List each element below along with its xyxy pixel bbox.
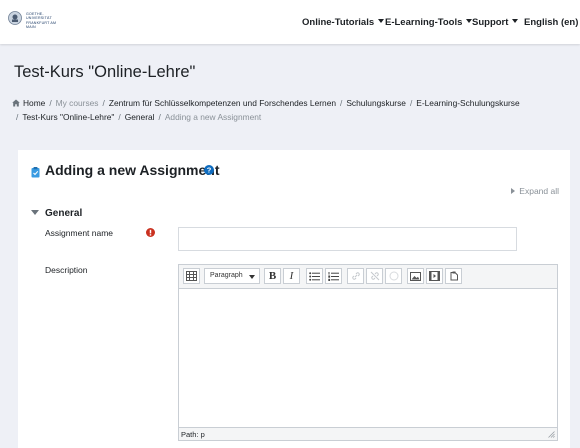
nav-support[interactable]: Support: [472, 17, 519, 28]
assignment-name-input[interactable]: [178, 227, 517, 251]
breadcrumb-home[interactable]: Home: [23, 98, 45, 108]
breadcrumb-zentrum[interactable]: Zentrum für Schlüsselkompetenzen und For…: [109, 98, 336, 108]
description-editor: Paragraph B I Path: p: [178, 264, 558, 441]
breadcrumb-general[interactable]: General: [125, 112, 155, 122]
toolbar-toggle-button[interactable]: [183, 268, 200, 284]
bold-button[interactable]: B: [264, 268, 281, 284]
manage-files-button[interactable]: [445, 268, 462, 284]
help-icon[interactable]: ?: [204, 165, 214, 175]
breadcrumb-separator: /: [102, 98, 105, 108]
section-general-label: General: [45, 208, 83, 219]
image-icon: [410, 272, 421, 281]
chevron-down-icon: [249, 275, 255, 279]
logo-text: GOETHE-UNIVERSITÄT FRANKFURT AM MAIN: [26, 12, 57, 30]
form-title: Adding a new Assignment: [45, 162, 220, 178]
required-icon: [146, 228, 155, 237]
assignment-icon: [31, 167, 40, 178]
insert-media-button[interactable]: [426, 268, 443, 284]
breadcrumb-my-courses[interactable]: My courses: [56, 98, 99, 108]
breadcrumb-separator: /: [158, 112, 161, 122]
language-menu[interactable]: English (en): [524, 17, 580, 28]
chevron-down-icon: [512, 19, 519, 23]
assignment-name-label: Assignment name: [45, 228, 114, 238]
description-label: Description: [45, 265, 88, 275]
files-icon: [450, 271, 458, 281]
breadcrumb-e-learning-schulungskurse[interactable]: E-Learning-Schulungskurse: [416, 98, 519, 108]
italic-button[interactable]: I: [283, 268, 300, 284]
breadcrumb-schulungskurse[interactable]: Schulungskurse: [346, 98, 406, 108]
paragraph-style-select[interactable]: Paragraph: [204, 268, 260, 284]
top-navbar: GOETHE-UNIVERSITÄT FRANKFURT AM MAIN Onl…: [0, 0, 580, 44]
breadcrumb: Home / My courses / Zentrum für Schlüsselkom…: [12, 96, 568, 124]
unordered-list-icon: [309, 272, 320, 281]
link-icon: [351, 272, 360, 280]
seal-icon: [8, 11, 22, 25]
breadcrumb-course[interactable]: Test-Kurs "Online-Lehre": [22, 112, 114, 122]
chevron-down-icon: [378, 19, 385, 23]
svg-text:?: ?: [207, 166, 212, 175]
nav-e-learning-tools[interactable]: E-Learning-Tools: [385, 17, 473, 28]
section-general-toggle[interactable]: General: [31, 208, 82, 219]
expand-all-link[interactable]: Expand all: [511, 186, 559, 196]
editor-path-bar: Path: p: [179, 427, 557, 440]
breadcrumb-separator: /: [409, 98, 413, 108]
ordered-list-button[interactable]: [325, 268, 342, 284]
nav-e-learning-tools-label: E-Learning-Tools: [385, 17, 463, 28]
page-title: Test-Kurs "Online-Lehre": [14, 63, 196, 81]
emoticon-button[interactable]: [385, 268, 402, 284]
editor-path-text: Path: p: [181, 430, 205, 439]
toolbar-toggle-icon: [186, 271, 197, 281]
paragraph-style-value: Paragraph: [210, 272, 243, 279]
unlink-icon: [370, 271, 379, 281]
breadcrumb-separator: /: [49, 98, 52, 108]
nav-online-tutorials-label: Online-Tutorials: [302, 17, 375, 28]
chevron-down-icon: [31, 210, 39, 215]
breadcrumb-separator: /: [340, 98, 343, 108]
university-logo[interactable]: GOETHE-UNIVERSITÄT FRANKFURT AM MAIN: [8, 10, 62, 34]
breadcrumb-separator: /: [118, 112, 121, 122]
nav-support-label: Support: [472, 17, 509, 28]
unordered-list-button[interactable]: [306, 268, 323, 284]
chevron-right-icon: [511, 188, 516, 194]
language-menu-label: English (en): [524, 17, 579, 28]
breadcrumb-current: Adding a new Assignment: [164, 112, 262, 122]
media-icon: [429, 271, 440, 281]
smiley-icon: [389, 271, 398, 281]
main-content-card: Adding a new Assignment ? Expand all Gen…: [18, 150, 570, 448]
link-button[interactable]: [347, 268, 364, 284]
resize-grip-icon[interactable]: [548, 431, 555, 438]
nav-online-tutorials[interactable]: Online-Tutorials: [302, 17, 385, 28]
ordered-list-icon: [328, 272, 339, 281]
editor-toolbar: Paragraph B I: [179, 265, 557, 289]
breadcrumb-separator: /: [16, 112, 19, 122]
editor-content-area[interactable]: [179, 289, 557, 427]
home-icon: [12, 99, 20, 107]
unlink-button[interactable]: [366, 268, 383, 284]
insert-image-button[interactable]: [407, 268, 424, 284]
expand-all-label: Expand all: [519, 186, 559, 196]
